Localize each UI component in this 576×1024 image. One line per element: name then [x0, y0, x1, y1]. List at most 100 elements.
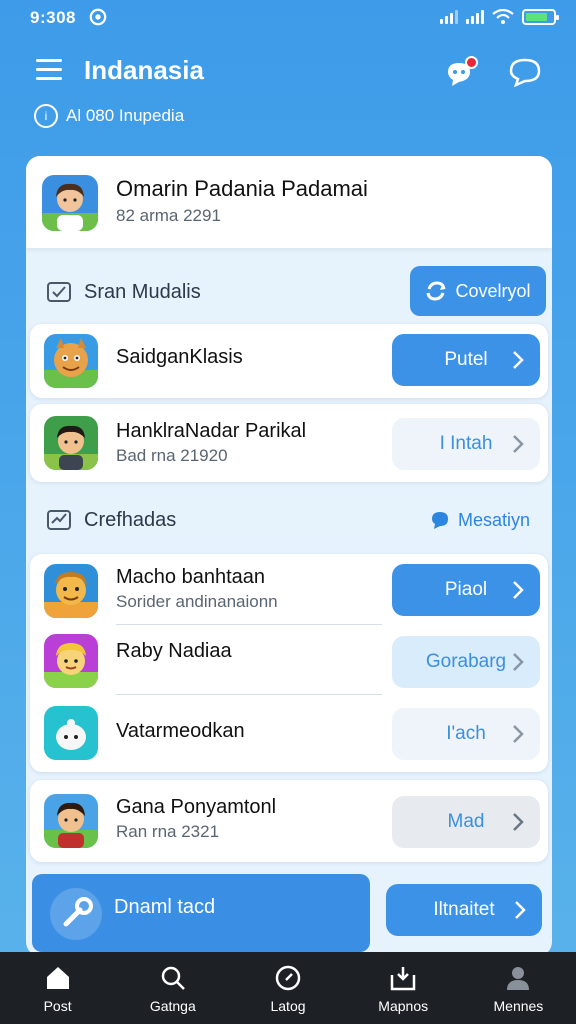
tab-label: Latog [270, 998, 306, 1014]
subline-text: Al 080 Inupedia [66, 106, 185, 125]
tab-label: Mapnos [378, 998, 429, 1014]
main-panel: Omarin Padania Padamai 82 arma 2291 Sran… [26, 156, 552, 956]
search-icon [161, 966, 185, 990]
analytics-icon [47, 510, 71, 530]
section-title-1: Sran Mudalis [84, 280, 201, 303]
tab-latog[interactable]: Latog [230, 952, 345, 1024]
wifi-icon [492, 9, 514, 24]
battery-icon [522, 9, 559, 25]
profile-avatar [42, 175, 98, 231]
item-action-button[interactable]: I'ach [392, 708, 540, 760]
tab-gatnga[interactable]: Gatnga [115, 952, 230, 1024]
item-action-label: I Intah [439, 433, 493, 454]
item-action-button[interactable]: Putel [392, 334, 540, 386]
list-card: Macho banhtaan Sorider andinanaionn Piao… [30, 554, 548, 772]
notifications-button[interactable] [444, 56, 478, 88]
item-avatar [44, 334, 98, 388]
chevron-right-icon [513, 725, 524, 743]
signal-icon [440, 10, 458, 24]
divider [116, 624, 382, 625]
item-action-button[interactable]: I Intah [392, 418, 540, 470]
list-item[interactable]: Raby Nadiaa Gorabarg [30, 626, 548, 696]
item-subtitle: Bad rna 21920 [116, 446, 228, 465]
status-icons [440, 9, 559, 25]
item-action-label: Gorabarg [425, 651, 507, 672]
item-avatar [44, 416, 98, 470]
list-item[interactable]: HanklraNadar Parikal Bad rna 21920 I Int… [30, 404, 548, 482]
item-action-label: Mad [447, 811, 485, 832]
list-item[interactable]: Vatarmeodkan I'ach [30, 696, 548, 772]
wrench-icon [50, 888, 102, 940]
status-time: 9:308 [30, 8, 76, 27]
list-card: Gana Ponyamtonl Ran rna 2321 Mad [30, 780, 548, 862]
compass-icon [275, 965, 301, 991]
checkbox-icon [47, 282, 71, 302]
item-avatar [44, 564, 98, 618]
tab-post[interactable]: Post [0, 952, 115, 1024]
chevron-right-icon [513, 581, 524, 599]
item-title: Vatarmeodkan [116, 720, 245, 742]
item-title: Gana Ponyamtonl [116, 796, 277, 818]
item-action-label: I'ach [446, 723, 486, 744]
list-item[interactable]: Gana Ponyamtonl Ran rna 2321 Mad [30, 780, 548, 862]
promo-banner[interactable]: Dnaml tacd [32, 874, 370, 952]
list-card: HanklraNadar Parikal Bad rna 21920 I Int… [30, 404, 548, 482]
item-subtitle: Sorider andinanaionn [116, 592, 278, 611]
item-title: HanklraNadar Parikal [116, 420, 307, 442]
profile-icon [507, 967, 530, 990]
tab-mennes[interactable]: Mennes [461, 952, 576, 1024]
tab-label: Post [43, 998, 72, 1014]
chevron-right-icon [513, 435, 524, 453]
item-action-label: Piaol [444, 579, 488, 600]
item-action-button[interactable]: Gorabarg [392, 636, 540, 688]
item-subtitle: Ran rna 2321 [116, 822, 220, 841]
message-icon [431, 512, 448, 529]
item-action-button[interactable]: Mad [392, 796, 540, 848]
list-card: SaidganKlasis Putel [30, 324, 548, 398]
profile-name: Omarin Padania Padamai [116, 176, 368, 201]
section-header-1: Sran Mudalis Covelryol [26, 262, 552, 322]
chevron-right-icon [515, 901, 526, 919]
item-avatar [44, 794, 98, 848]
refresh-icon [427, 281, 446, 301]
signal-2-icon [466, 10, 484, 24]
profile-card[interactable]: Omarin Padania Padamai 82 arma 2291 [26, 156, 552, 248]
divider [116, 694, 382, 695]
tab-bar: Post Gatnga Latog Mapnos Mennes [0, 952, 576, 1024]
status-bar: 9:308 [0, 0, 576, 36]
home-icon [46, 967, 69, 989]
app-header: Indanasia [0, 46, 576, 98]
profile-subtitle: 82 arma 2291 [116, 206, 221, 225]
chat-icon[interactable] [508, 56, 542, 88]
app-title: Indanasia [84, 55, 204, 85]
list-item[interactable]: Macho banhtaan Sorider andinanaionn Piao… [30, 554, 548, 626]
section-header-2: Crefhadas Mesatiyn [26, 490, 552, 550]
item-title: Raby Nadiaa [116, 640, 232, 662]
item-avatar [44, 706, 98, 760]
item-action-button[interactable]: Piaol [392, 564, 540, 616]
section-2-link-label: Mesatiyn [457, 509, 530, 530]
chevron-right-icon [513, 813, 524, 831]
inbox-icon [390, 967, 416, 991]
promo-button[interactable]: Iltnaitet [386, 884, 542, 936]
promo-button-label: Iltnaitet [433, 899, 495, 920]
tab-label: Mennes [493, 998, 544, 1014]
tab-mapnos[interactable]: Mapnos [346, 952, 461, 1024]
info-icon: i [34, 104, 58, 128]
section-2-link[interactable]: Mesatiyn [430, 510, 530, 531]
section-1-button-label: Covelryol [455, 280, 531, 301]
item-title: Macho banhtaan [116, 566, 266, 588]
subline: i Al 080 Inupedia [34, 104, 184, 128]
chevron-right-icon [513, 351, 524, 369]
tab-label: Gatnga [149, 998, 196, 1014]
chevron-right-icon [513, 653, 524, 671]
item-title: SaidganKlasis [116, 346, 243, 368]
menu-icon[interactable] [36, 59, 62, 81]
section-title-2: Crefhadas [84, 508, 177, 531]
list-item[interactable]: SaidganKlasis Putel [30, 324, 548, 398]
item-action-label: Putel [444, 349, 488, 370]
item-avatar [44, 634, 98, 688]
settings-status-icon [89, 8, 107, 26]
notification-badge [465, 56, 478, 69]
section-1-button[interactable]: Covelryol [410, 266, 546, 316]
